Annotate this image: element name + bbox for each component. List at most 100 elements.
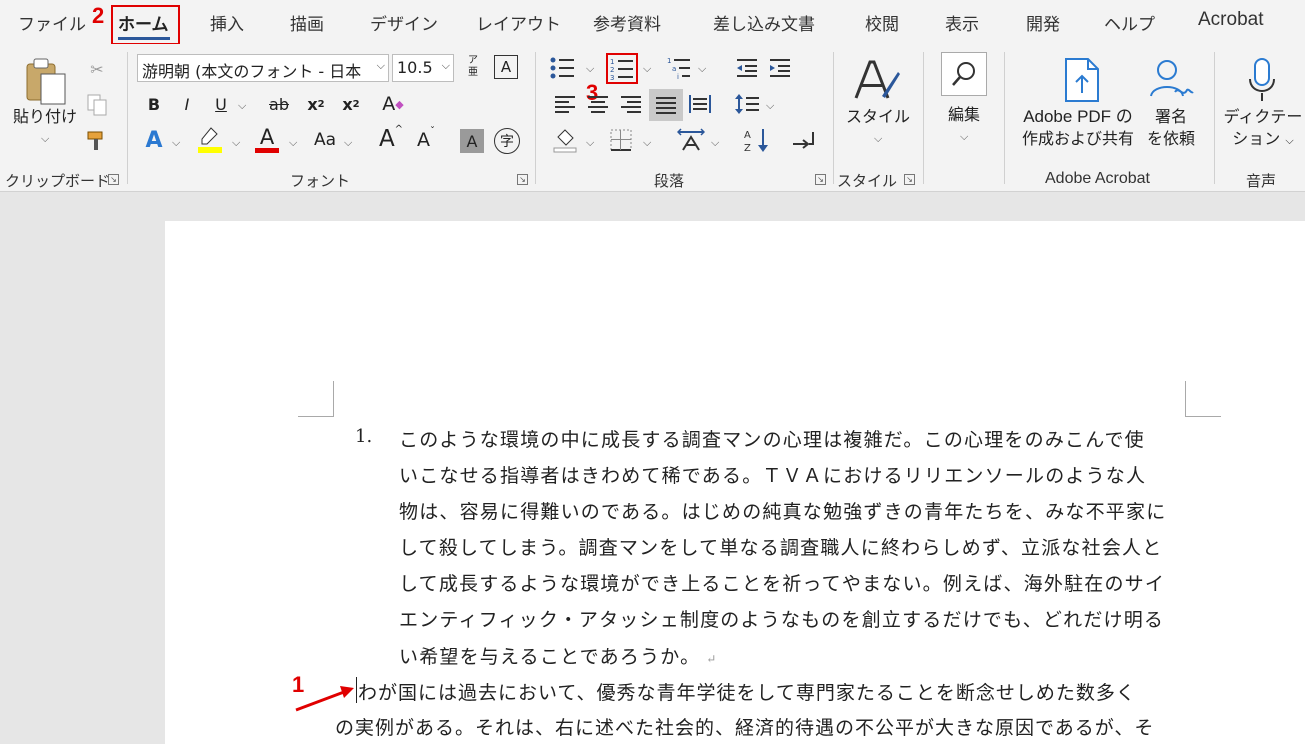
align-left-button[interactable] bbox=[552, 91, 578, 117]
multilevel-list-dropdown-icon[interactable]: ⌵ bbox=[698, 62, 706, 76]
dictate-dropdown-icon[interactable]: ⌵ bbox=[1285, 134, 1293, 147]
styles-dialog-launcher-icon[interactable]: ↘ bbox=[904, 174, 915, 185]
italic-button[interactable]: I bbox=[176, 92, 198, 116]
borders-button[interactable] bbox=[607, 126, 635, 154]
grow-arrow-icon: ^ bbox=[394, 124, 404, 135]
decrease-indent-button[interactable] bbox=[733, 54, 761, 82]
request-signature-button[interactable] bbox=[1146, 56, 1196, 104]
shrink-font-button[interactable]: Aˇ bbox=[412, 126, 440, 154]
tab-draw[interactable]: 描画 bbox=[290, 10, 324, 35]
search-icon bbox=[952, 62, 975, 86]
copy-icon[interactable] bbox=[84, 92, 110, 118]
numbering-icon: 1 2 3 bbox=[610, 58, 633, 81]
bullets-button[interactable] bbox=[548, 54, 576, 82]
list-paragraph-line: して殺してしまう。調査マンをして単なる調査職人に終わらしめず、立派な社会人と bbox=[399, 537, 1163, 559]
shading-button[interactable] bbox=[550, 126, 580, 154]
change-case-dropdown-icon[interactable]: ⌵ bbox=[344, 136, 352, 150]
text-effects-dropdown-icon[interactable]: ⌵ bbox=[172, 136, 180, 150]
underline-button[interactable]: U bbox=[210, 92, 232, 116]
tab-design[interactable]: デザイン bbox=[370, 10, 438, 35]
create-and-share-pdf-button[interactable] bbox=[1060, 56, 1104, 104]
highlight-dropdown-icon[interactable]: ⌵ bbox=[232, 136, 240, 150]
font-dialog-launcher-icon[interactable]: ↘ bbox=[517, 174, 528, 185]
paragraph-group-label: 段落 bbox=[654, 172, 685, 190]
character-border-button[interactable]: A bbox=[494, 55, 518, 79]
bold-button[interactable]: B bbox=[143, 92, 165, 116]
clear-formatting-button[interactable]: A ◆ bbox=[379, 90, 407, 118]
bullets-icon bbox=[550, 57, 574, 79]
change-case-button[interactable]: Aa bbox=[310, 126, 340, 154]
subscript-icon: x bbox=[307, 94, 318, 114]
annotation-marker-2: 2 bbox=[92, 3, 105, 28]
borders-dropdown-icon[interactable]: ⌵ bbox=[643, 136, 651, 150]
body-paragraph-line: の実例がある。それは、右に述べた社会的、経済的待遇の不公平が大きな原因であるが、… bbox=[335, 717, 1155, 739]
font-color-dropdown-icon[interactable]: ⌵ bbox=[289, 136, 297, 150]
align-right-button[interactable] bbox=[618, 91, 644, 117]
paste-dropdown-chevron-icon[interactable]: ⌵ bbox=[41, 132, 49, 146]
tab-help[interactable]: ヘルプ bbox=[1104, 10, 1155, 35]
tab-acrobat[interactable]: Acrobat bbox=[1198, 9, 1263, 31]
shading-dropdown-icon[interactable]: ⌵ bbox=[586, 136, 594, 150]
editing-dropdown-icon[interactable]: ⌵ bbox=[960, 130, 968, 144]
clipboard-group-label: クリップボード bbox=[5, 172, 111, 190]
multilevel-list-button[interactable]: 1 a i bbox=[664, 54, 694, 82]
line-spacing-button[interactable] bbox=[732, 91, 762, 117]
microphone-icon bbox=[1249, 58, 1275, 101]
format-painter-icon[interactable] bbox=[84, 128, 110, 154]
sort-icon: AZ bbox=[744, 129, 768, 153]
request-signature-label-line2: を依頼 bbox=[1146, 129, 1195, 148]
justify-button[interactable] bbox=[649, 89, 683, 121]
align-center-button[interactable] bbox=[585, 91, 611, 117]
svg-text:3: 3 bbox=[610, 74, 614, 81]
asian-layout-dropdown-icon[interactable]: ⌵ bbox=[711, 136, 719, 150]
tab-references[interactable]: 参考資料 bbox=[593, 10, 661, 35]
character-shading-button[interactable]: A bbox=[460, 129, 484, 153]
tab-insert[interactable]: 挿入 bbox=[210, 10, 244, 35]
distributed-button[interactable] bbox=[686, 91, 714, 117]
font-size-combobox[interactable]: 10.5 ⌵ bbox=[392, 54, 454, 82]
font-name-combobox[interactable]: 游明朝 (本文のフォント - 日本 ⌵ bbox=[137, 54, 389, 82]
sort-button[interactable]: AZ bbox=[742, 126, 772, 154]
paste-button[interactable] bbox=[20, 56, 72, 106]
asian-layout-button[interactable] bbox=[676, 126, 706, 154]
list-number: 1. bbox=[355, 426, 373, 447]
underline-dropdown-icon[interactable]: ⌵ bbox=[238, 99, 246, 113]
editing-button[interactable] bbox=[941, 52, 987, 96]
font-name-dropdown-icon[interactable]: ⌵ bbox=[377, 59, 385, 73]
grow-font-button[interactable]: A ^ bbox=[377, 124, 405, 154]
font-size-value: 10.5 bbox=[397, 58, 433, 77]
font-color-button[interactable]: A bbox=[253, 124, 281, 154]
highlight-button[interactable] bbox=[196, 126, 224, 154]
tab-view[interactable]: 表示 bbox=[945, 10, 979, 35]
superscript-button[interactable]: x2 bbox=[338, 92, 364, 116]
bullets-dropdown-icon[interactable]: ⌵ bbox=[586, 62, 594, 76]
font-size-dropdown-icon[interactable]: ⌵ bbox=[442, 59, 450, 73]
enclose-characters-button[interactable]: 字 bbox=[494, 128, 520, 154]
dictate-button[interactable] bbox=[1244, 56, 1280, 104]
create-and-share-pdf-label: Adobe PDF の 作成および共有 bbox=[1014, 106, 1142, 150]
tab-review[interactable]: 校閲 bbox=[865, 10, 899, 35]
tab-mailings[interactable]: 差し込み文書 bbox=[713, 10, 815, 35]
group-separator bbox=[1004, 52, 1005, 184]
decrease-indent-icon bbox=[737, 59, 757, 77]
styles-dropdown-icon[interactable]: ⌵ bbox=[874, 132, 882, 146]
strikethrough-button[interactable]: ab bbox=[265, 92, 293, 116]
increase-indent-button[interactable] bbox=[766, 54, 794, 82]
tab-layout[interactable]: レイアウト bbox=[476, 10, 561, 35]
line-spacing-dropdown-icon[interactable]: ⌵ bbox=[766, 99, 774, 113]
create-and-share-pdf-label-line2: 作成および共有 bbox=[1021, 129, 1134, 148]
tab-file[interactable]: ファイル bbox=[18, 10, 86, 35]
clipboard-dialog-launcher-icon[interactable]: ↘ bbox=[108, 174, 119, 185]
tab-developer[interactable]: 開発 bbox=[1026, 10, 1060, 35]
numbering-dropdown-icon[interactable]: ⌵ bbox=[643, 62, 651, 76]
ribbon-tab-bar: ファイル ホーム 挿入 描画 デザイン レイアウト 参考資料 差し込み文書 校閲… bbox=[0, 0, 1305, 45]
phonetic-guide-button[interactable]: ア 亜 bbox=[462, 52, 484, 82]
align-center-icon bbox=[588, 96, 608, 113]
show-hide-marks-button[interactable] bbox=[790, 128, 818, 154]
paragraph-dialog-launcher-icon[interactable]: ↘ bbox=[815, 174, 826, 185]
styles-button[interactable] bbox=[852, 56, 902, 106]
cut-icon[interactable]: ✂ bbox=[84, 56, 110, 82]
numbering-button[interactable]: 1 2 3 bbox=[606, 53, 638, 84]
text-effects-button[interactable]: A bbox=[140, 126, 168, 154]
subscript-button[interactable]: x2 bbox=[303, 92, 329, 116]
